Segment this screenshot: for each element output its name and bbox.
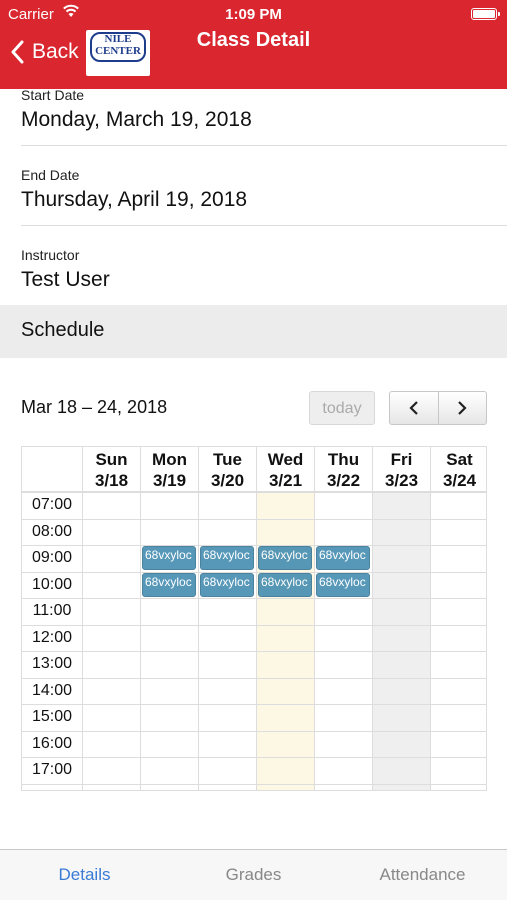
day-date: 3/22	[326, 471, 361, 490]
hour-gridline	[22, 492, 486, 493]
prev-week-button[interactable]	[390, 392, 438, 424]
hour-gridline	[22, 704, 486, 705]
week-calendar: Sun 3/18 Mon 3/19 Tue 3/20 Wed 3/21 Thu 3/22 Fri 3/…	[21, 446, 487, 791]
tab-details[interactable]: Details	[0, 865, 169, 885]
end-date-label: End Date	[21, 167, 80, 183]
day-column-tue[interactable]	[198, 492, 256, 790]
day-date: 3/23	[384, 471, 419, 490]
start-date-row: Start Date Monday, March 19, 2018	[0, 87, 507, 145]
schedule-section-header: Schedule	[0, 305, 507, 358]
day-date: 3/21	[268, 471, 303, 490]
time-label: 13:00	[31, 655, 73, 672]
calendar-event[interactable]: 68vxyloc	[258, 546, 312, 570]
day-name: Mon	[152, 450, 187, 469]
calendar-event[interactable]: 68vxyloc	[316, 572, 370, 597]
end-date-row: End Date Thursday, April 19, 2018	[0, 146, 507, 225]
day-name: Sat	[446, 450, 473, 469]
hour-gridline	[22, 651, 486, 652]
day-date: 3/19	[152, 471, 187, 490]
time-label: 12:00	[31, 628, 73, 646]
day-header-fri: Fri 3/23	[372, 447, 430, 492]
day-header-mon: Mon 3/19	[140, 447, 198, 492]
tab-bar: Details Grades Attendance	[0, 849, 507, 900]
battery-icon	[471, 8, 500, 20]
day-header-sat: Sat 3/24	[430, 447, 486, 492]
time-label: 08:00	[31, 522, 73, 540]
calendar-event[interactable]: 68vxyloc	[316, 546, 370, 570]
day-name: Tue	[213, 450, 242, 469]
hour-gridline	[22, 783, 486, 785]
next-week-button[interactable]	[437, 392, 487, 424]
navigation-bar: Carrier 1:09 PM Back NILE CENTER Class D…	[0, 0, 507, 89]
day-header-thu: Thu 3/22	[314, 447, 372, 492]
start-date-label: Start Date	[21, 87, 85, 103]
day-date: 3/20	[210, 471, 245, 490]
day-name: Wed	[267, 450, 304, 469]
day-date: 3/24	[442, 471, 477, 490]
today-button[interactable]: today	[309, 391, 375, 425]
calendar-body[interactable]: 07:00 08:00 09:00 10:00 11:00 12:00 13:00 14:00…	[22, 492, 486, 790]
status-bar: Carrier 1:09 PM	[0, 0, 507, 28]
calendar-event[interactable]: 68vxyloc	[258, 572, 312, 597]
day-header-tue: Tue 3/20	[198, 447, 256, 492]
hour-gridline	[22, 730, 486, 732]
hour-gridline	[22, 518, 486, 520]
instructor-row: Instructor Test User	[0, 226, 507, 305]
day-name: Fri	[390, 450, 413, 469]
calendar-date-range: Mar 18 – 24, 2018	[21, 397, 168, 417]
tab-attendance[interactable]: Attendance	[338, 865, 507, 885]
day-column-sun[interactable]	[82, 492, 140, 790]
day-column-mon[interactable]	[140, 492, 198, 790]
day-column-fri[interactable]	[372, 492, 430, 790]
calendar-corner	[22, 447, 82, 492]
time-label: 16:00	[31, 734, 73, 752]
calendar-event[interactable]: 68vxyloc	[142, 546, 196, 570]
time-label: 14:00	[31, 681, 73, 699]
tab-grades[interactable]: Grades	[169, 865, 338, 885]
hour-gridline	[22, 677, 486, 679]
day-header-wed: Wed 3/21	[256, 447, 314, 492]
day-date: 3/18	[94, 471, 129, 490]
hour-gridline	[22, 598, 486, 599]
day-name: Sun	[95, 450, 128, 469]
calendar-event[interactable]: 68vxyloc	[200, 572, 254, 597]
calendar-nav	[389, 391, 487, 425]
chevron-right-icon	[458, 401, 467, 415]
page-title: Class Detail	[196, 29, 311, 51]
day-column-wed[interactable]	[256, 492, 314, 790]
hour-gridline	[22, 757, 486, 758]
instructor-label: Instructor	[21, 247, 80, 263]
calendar-event[interactable]: 68vxyloc	[142, 572, 196, 597]
calendar-event[interactable]: 68vxyloc	[200, 546, 254, 570]
schedule-label: Schedule	[21, 319, 105, 341]
time-label: 11:00	[32, 602, 72, 619]
chevron-left-icon	[409, 401, 418, 415]
hour-gridline	[22, 545, 486, 546]
time-label: 15:00	[31, 708, 73, 725]
calendar-header: Sun 3/18 Mon 3/19 Tue 3/20 Wed 3/21 Thu 3/22 Fri 3/…	[22, 447, 486, 492]
time-label: 10:00	[31, 575, 73, 593]
hour-gridline	[22, 571, 486, 573]
instructor-value: Test User	[21, 268, 110, 291]
day-name: Thu	[327, 450, 360, 469]
hour-gridline	[22, 624, 486, 626]
time-label: 07:00	[31, 496, 73, 513]
day-column-thu[interactable]	[314, 492, 372, 790]
day-header-sun: Sun 3/18	[82, 447, 140, 492]
time-label: 09:00	[31, 549, 73, 566]
time-label: 17:00	[31, 761, 73, 778]
end-date-value: Thursday, April 19, 2018	[21, 188, 248, 211]
start-date-value: Monday, March 19, 2018	[21, 108, 252, 131]
day-column-sat[interactable]	[430, 492, 486, 790]
clock: 1:09 PM	[225, 6, 282, 23]
